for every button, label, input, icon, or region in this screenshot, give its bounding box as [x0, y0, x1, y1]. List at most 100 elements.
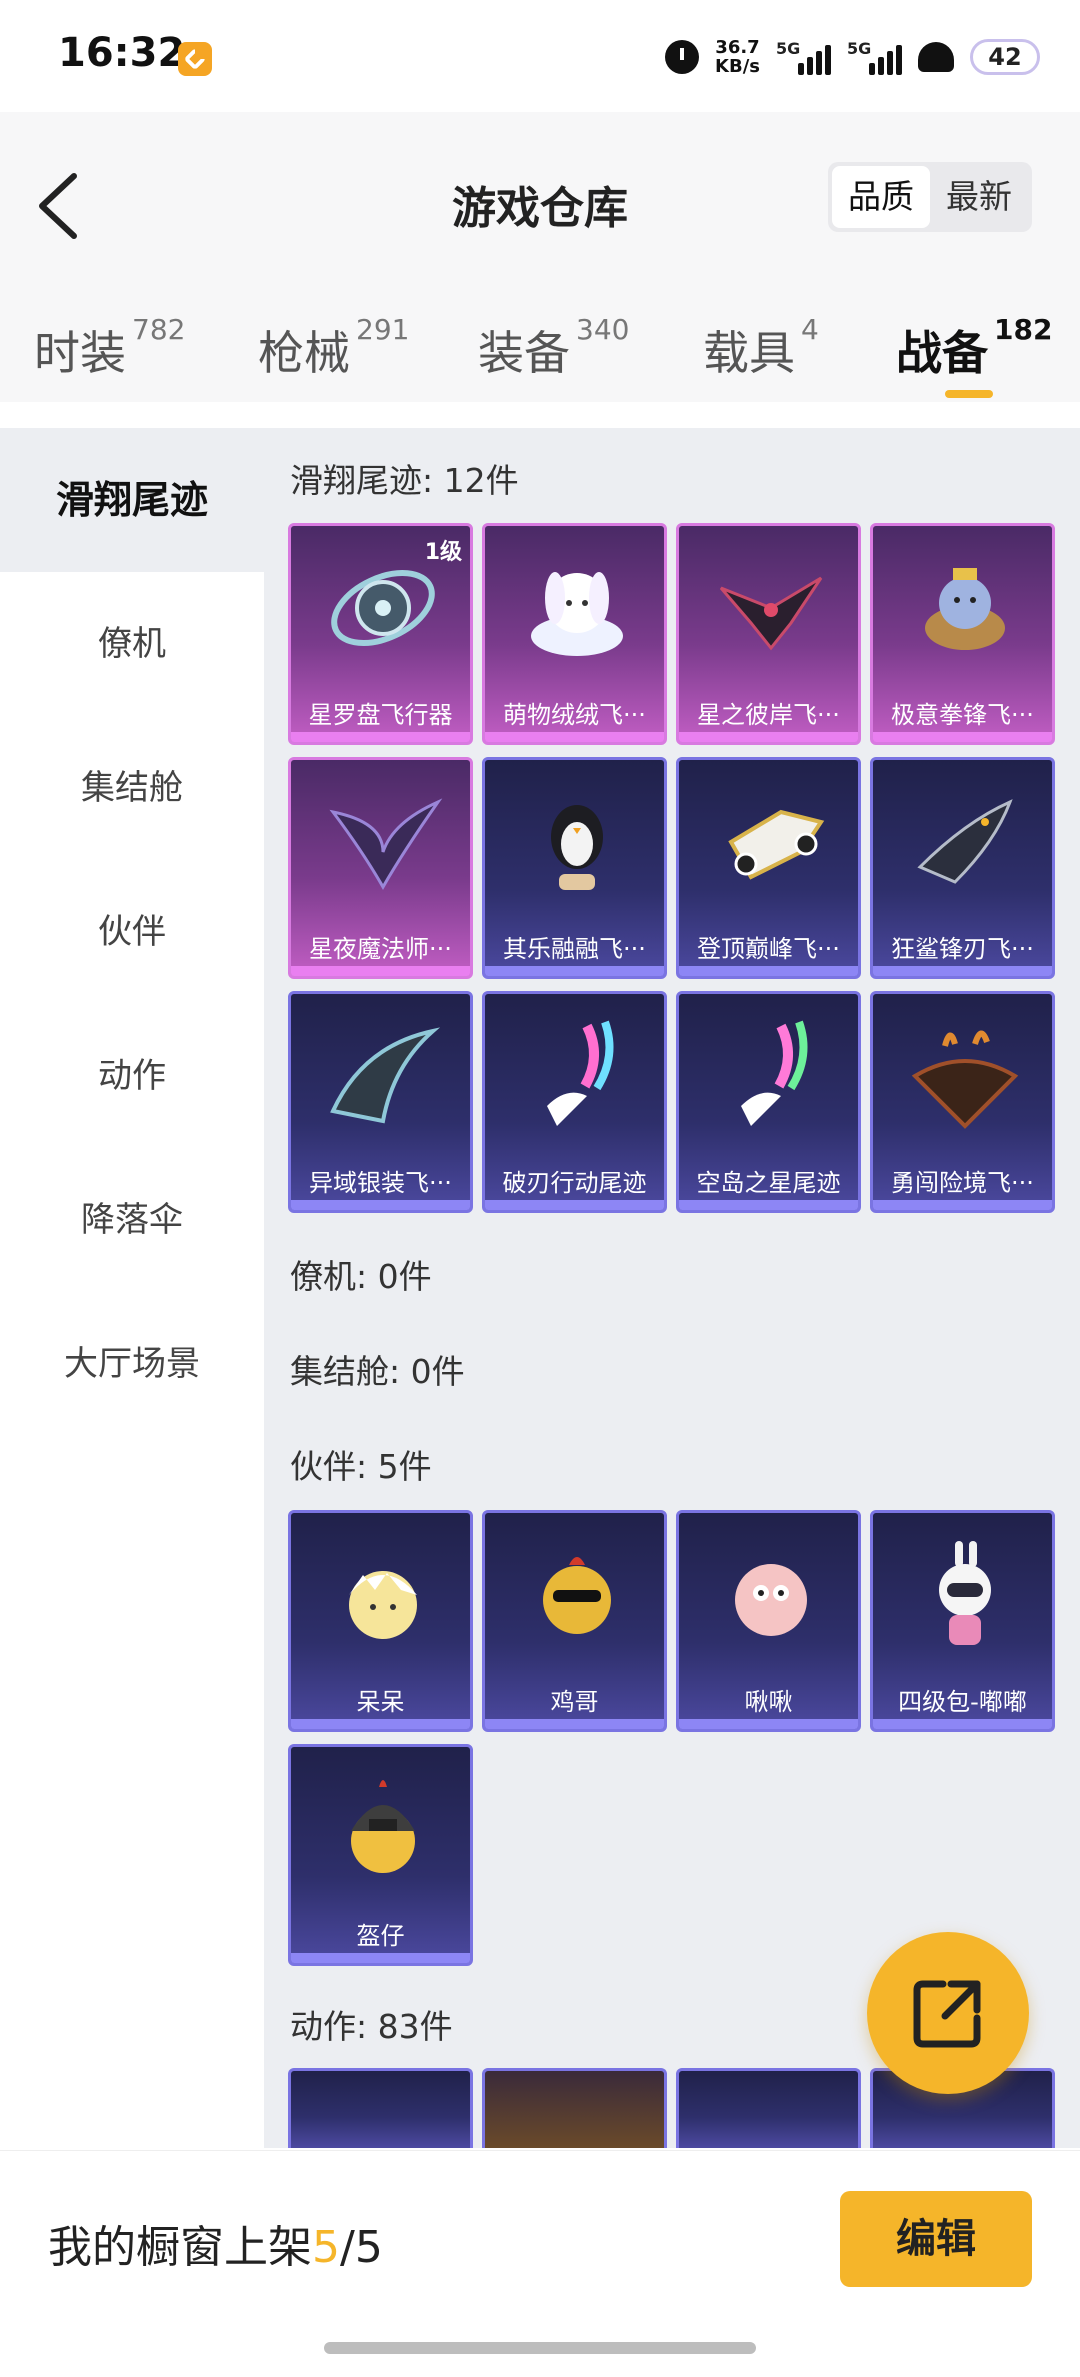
tab-label: 战备: [896, 326, 988, 380]
item-label: 极意拳锋飞···: [891, 701, 1034, 729]
net-speed: 36.7 KB/s: [715, 38, 760, 76]
showcase-total: /5: [340, 2222, 383, 2273]
sidebar-item-emote[interactable]: 动作: [0, 1004, 264, 1148]
item-card[interactable]: 破刃行动尾迹: [482, 991, 667, 1213]
sim2-label: 5G: [847, 39, 872, 58]
sidebar-item-wingman[interactable]: 僚机: [0, 572, 264, 716]
wifi-icon: [918, 42, 954, 72]
tab-vehicles[interactable]: 载具 4: [703, 313, 819, 383]
tab-equipment[interactable]: 装备 340: [478, 313, 629, 383]
item-label: 狂鲨锋刃飞···: [891, 935, 1034, 963]
item-label: 星之彼岸飞···: [697, 701, 840, 729]
home-indicator[interactable]: [324, 2342, 756, 2354]
item-label: 异域银装飞···: [309, 1169, 452, 1197]
item-card[interactable]: [482, 2068, 667, 2148]
sort-newest-option[interactable]: 最新: [930, 166, 1028, 228]
sidebar: 滑翔尾迹 僚机 集结舱 伙伴 动作 降落伞 大厅场景: [0, 428, 264, 2148]
signal-icon: 5G: [847, 39, 902, 75]
plush-bunny-flyer-icon: [531, 572, 623, 656]
item-card[interactable]: 鸡哥: [482, 1510, 667, 1732]
sidebar-item-assembly-pod[interactable]: 集结舱: [0, 716, 264, 860]
chicken-sunglasses-icon: [543, 1557, 611, 1634]
edit-button[interactable]: 编辑: [840, 2191, 1032, 2287]
item-card[interactable]: 狂鲨锋刃飞···: [870, 757, 1055, 979]
tab-label: 时装: [34, 326, 126, 380]
tab-battle-prep[interactable]: 战备 182: [896, 313, 1052, 383]
item-label: 破刃行动尾迹: [502, 1169, 647, 1197]
section-title-glide: 滑翔尾迹: 12件: [290, 461, 519, 500]
category-tabs: 时装 782 枪械 291 装备 340 载具 4 战备 182: [0, 313, 1080, 407]
rainbow-trail-icon: [741, 1020, 808, 1126]
shark-blade-flyer-icon: [917, 799, 1013, 884]
status-bar: 16:32 36.7 KB/s 5G 5G 42: [0, 0, 1080, 112]
summit-jet-icon: [728, 809, 825, 880]
item-label: 鸡哥: [550, 1688, 599, 1716]
item-label: 盔仔: [356, 1922, 405, 1950]
item-card[interactable]: 四级包-嘟嘟: [870, 1510, 1055, 1732]
sidebar-item-lobby-scene[interactable]: 大厅场景: [0, 1292, 264, 1436]
share-button[interactable]: [867, 1932, 1029, 2094]
tab-guns[interactable]: 枪械 291: [258, 313, 409, 383]
showcase-label: 我的橱窗上架: [48, 2222, 312, 2273]
chick-helmet-icon: [351, 1780, 415, 1873]
tab-label: 枪械: [258, 326, 350, 380]
share-export-icon: [913, 1980, 981, 2048]
robot-bunny-icon: [939, 1541, 991, 1645]
section-title-partner: 伙伴: 5件: [290, 1447, 432, 1486]
item-card[interactable]: 1级 星罗盘飞行器: [288, 523, 473, 745]
tab-label: 装备: [478, 326, 570, 380]
tab-fashion[interactable]: 时装 782: [34, 313, 185, 383]
item-card[interactable]: 空岛之星尾迹: [676, 991, 861, 1213]
rainbow-trail-icon: [547, 1020, 614, 1126]
item-card[interactable]: 萌物绒绒飞···: [482, 523, 667, 745]
sort-toggle: 品质 最新: [828, 162, 1032, 232]
sim1-label: 5G: [776, 39, 801, 58]
signal-icon: 5G: [776, 39, 831, 75]
item-card[interactable]: 啾啾: [676, 1510, 861, 1732]
item-label: 星罗盘飞行器: [308, 701, 453, 729]
item-card[interactable]: [676, 2068, 861, 2148]
item-card[interactable]: 星夜魔法师···: [288, 757, 473, 979]
item-label: 啾啾: [744, 1688, 793, 1716]
section-title-wingman: 僚机: 0件: [290, 1257, 432, 1296]
item-label: 呆呆: [356, 1688, 405, 1716]
app-notification-icon: [178, 42, 212, 76]
item-label: 四级包-嘟嘟: [898, 1688, 1027, 1716]
penguin-flyer-icon: [551, 805, 603, 890]
status-time: 16:32: [58, 30, 186, 76]
sidebar-item-partner[interactable]: 伙伴: [0, 860, 264, 1004]
item-card[interactable]: [288, 2068, 473, 2148]
item-card[interactable]: 盔仔: [288, 1744, 473, 1966]
item-card[interactable]: 登顶巅峰飞···: [676, 757, 861, 979]
tab-count: 4: [801, 313, 819, 346]
item-card[interactable]: 呆呆: [288, 1510, 473, 1732]
active-tab-indicator: [945, 390, 993, 398]
tab-label: 载具: [703, 326, 795, 380]
sidebar-item-glide-trail[interactable]: 滑翔尾迹: [0, 428, 264, 572]
item-card[interactable]: 勇闯险境飞···: [870, 991, 1055, 1213]
item-card[interactable]: 极意拳锋飞···: [870, 523, 1055, 745]
tab-count: 340: [576, 313, 630, 346]
item-card[interactable]: 异域银装飞···: [288, 991, 473, 1213]
tab-count: 782: [132, 313, 186, 346]
rusty-wingsuit-icon: [911, 1030, 1019, 1129]
item-card[interactable]: 星之彼岸飞···: [676, 523, 861, 745]
exotic-silver-flyer-icon: [330, 1027, 441, 1124]
sidebar-item-parachute[interactable]: 降落伞: [0, 1148, 264, 1292]
net-speed-unit: KB/s: [715, 56, 760, 77]
battery-icon: 42: [970, 39, 1040, 75]
item-label: 勇闯险境飞···: [891, 1169, 1034, 1197]
alarm-icon: [665, 40, 700, 74]
tab-count: 291: [356, 313, 410, 346]
tab-count: 182: [994, 313, 1053, 346]
header: 游戏仓库 品质 最新 时装 782 枪械 291 装备 340 载具 4 战备 182: [0, 112, 1080, 402]
status-icons: 36.7 KB/s 5G 5G 42: [665, 34, 1040, 80]
elephant-fist-flyer-icon: [925, 568, 1005, 650]
item-list[interactable]: 滑翔尾迹: 12件 1级 星罗盘飞行器 萌物绒绒飞··· 星之彼岸飞··· 极意…: [264, 428, 1080, 2148]
star-shore-flyer-icon: [719, 576, 823, 651]
net-speed-value: 36.7: [715, 37, 760, 58]
item-card[interactable]: 其乐融融飞···: [482, 757, 667, 979]
sort-quality-option[interactable]: 品质: [832, 166, 930, 228]
chick-eggshell-icon: [349, 1571, 417, 1639]
item-label: 登顶巅峰飞···: [697, 935, 840, 963]
